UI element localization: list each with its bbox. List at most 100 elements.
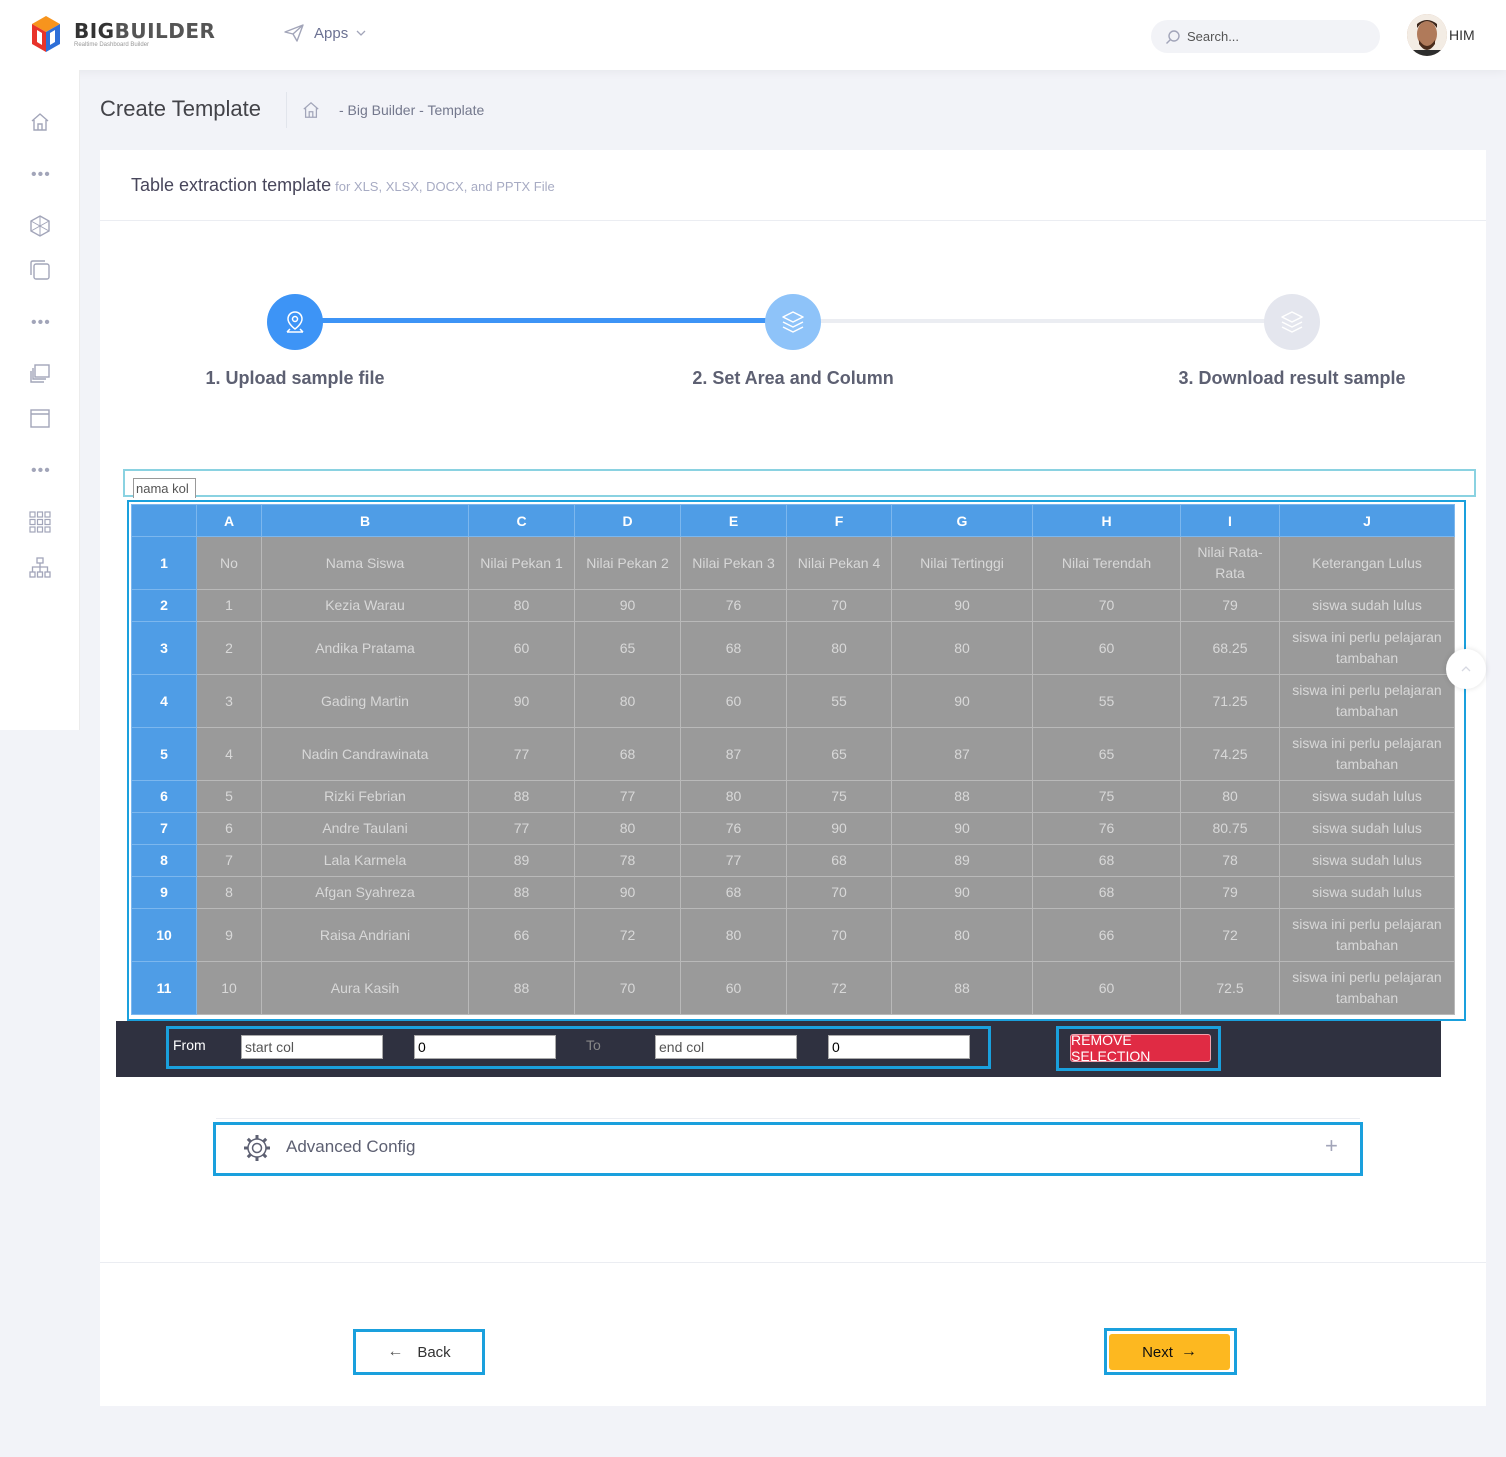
remove-selection-button[interactable]: REMOVE SELECTION [1070,1032,1211,1064]
table-cell[interactable]: 71.25 [1180,674,1280,728]
table-cell[interactable]: 76 [1032,812,1181,845]
table-cell[interactable]: 2 [196,621,262,675]
table-cell[interactable]: Keterangan Lulus [1279,536,1455,590]
table-cell[interactable]: 60 [1032,961,1181,1015]
column-name-input[interactable] [133,478,196,498]
sidebar-item-files[interactable] [28,258,52,282]
table-cell[interactable]: 66 [1032,908,1181,962]
table-cell[interactable]: 87 [680,727,787,781]
table-cell[interactable]: 89 [468,844,575,877]
table-cell[interactable]: 90 [891,589,1033,622]
table-cell[interactable]: 68 [680,621,787,675]
table-cell[interactable]: siswa ini perlu pelajaran tambahan [1279,908,1455,962]
sidebar-item-hexagon[interactable] [28,214,52,238]
table-cell[interactable]: 65 [786,727,892,781]
column-header-f[interactable]: F [786,504,892,537]
row-header[interactable]: 1 [131,536,197,590]
brand-logo[interactable]: BIGBUILDER Realtime Dashboard Builder [28,14,215,54]
wizard-step-1-circle[interactable] [267,294,323,350]
table-cell[interactable]: 68 [1032,876,1181,909]
table-cell[interactable]: 90 [786,812,892,845]
row-header[interactable]: 9 [131,876,197,909]
table-cell[interactable]: 60 [468,621,575,675]
table-cell[interactable]: Andika Pratama [261,621,469,675]
table-cell[interactable]: 76 [680,812,787,845]
table-cell[interactable]: 80 [891,908,1033,962]
table-cell[interactable]: Nadin Candrawinata [261,727,469,781]
table-cell[interactable]: 87 [891,727,1033,781]
column-header-j[interactable]: J [1279,504,1455,537]
table-cell[interactable]: 68 [574,727,681,781]
column-header-g[interactable]: G [891,504,1033,537]
table-cell[interactable]: 90 [574,876,681,909]
table-cell[interactable]: siswa sudah lulus [1279,589,1455,622]
apps-menu[interactable]: Apps [284,24,376,42]
table-cell[interactable]: 60 [680,674,787,728]
spreadsheet-table[interactable]: A B C D E F G H I J 1 No Nama Siswa Nilai P… [131,504,1455,1015]
table-cell[interactable]: 88 [891,961,1033,1015]
table-cell[interactable]: Andre Taulani [261,812,469,845]
table-cell[interactable]: 70 [574,961,681,1015]
table-cell[interactable]: 80 [680,908,787,962]
table-cell[interactable]: 75 [786,780,892,813]
table-cell[interactable]: 72 [574,908,681,962]
table-cell[interactable]: 70 [1032,589,1181,622]
table-cell[interactable]: siswa ini perlu pelajaran tambahan [1279,674,1455,728]
column-header-d[interactable]: D [574,504,681,537]
table-cell[interactable]: 80 [574,674,681,728]
table-cell[interactable]: 78 [1180,844,1280,877]
table-cell[interactable]: 77 [574,780,681,813]
table-cell[interactable]: 72.5 [1180,961,1280,1015]
table-cell[interactable]: 55 [1032,674,1181,728]
column-header-c[interactable]: C [468,504,575,537]
table-cell[interactable]: siswa sudah lulus [1279,780,1455,813]
table-cell[interactable]: siswa sudah lulus [1279,812,1455,845]
table-cell[interactable]: 70 [786,589,892,622]
breadcrumb[interactable]: - Big Builder - Template [339,102,484,118]
table-cell[interactable]: Nama Siswa [261,536,469,590]
sidebar-item-sitemap[interactable] [28,556,52,580]
table-cell[interactable]: 90 [574,589,681,622]
table-cell[interactable]: 80 [786,621,892,675]
table-cell[interactable]: siswa ini perlu pelajaran tambahan [1279,621,1455,675]
sidebar-item-layers[interactable] [28,362,52,386]
table-cell[interactable]: 6 [196,812,262,845]
table-cell[interactable]: 77 [468,812,575,845]
table-cell[interactable]: 80 [574,812,681,845]
table-cell[interactable]: 60 [680,961,787,1015]
search-icon[interactable] [1165,29,1181,45]
table-cell[interactable]: 9 [196,908,262,962]
table-cell[interactable]: Lala Karmela [261,844,469,877]
table-cell[interactable]: 72 [1180,908,1280,962]
table-cell[interactable]: 5 [196,780,262,813]
table-cell[interactable]: Raisa Andriani [261,908,469,962]
table-cell[interactable]: 55 [786,674,892,728]
row-header[interactable]: 11 [131,961,197,1015]
table-cell[interactable]: 88 [468,780,575,813]
table-cell[interactable]: Nilai Tertinggi [891,536,1033,590]
table-cell[interactable]: 90 [891,674,1033,728]
table-cell[interactable]: siswa ini perlu pelajaran tambahan [1279,727,1455,781]
column-header-i[interactable]: I [1180,504,1280,537]
table-cell[interactable]: 10 [196,961,262,1015]
table-cell[interactable]: 72 [786,961,892,1015]
scroll-up-button[interactable] [1446,649,1486,689]
user-menu[interactable]: HIM [1407,14,1475,56]
table-cell[interactable]: Kezia Warau [261,589,469,622]
table-cell[interactable]: Nilai Pekan 4 [786,536,892,590]
table-cell[interactable]: 80 [680,780,787,813]
column-header-b[interactable]: B [261,504,469,537]
table-cell[interactable]: 80 [1180,780,1280,813]
row-header[interactable]: 2 [131,589,197,622]
table-cell[interactable]: 79 [1180,876,1280,909]
corner-cell[interactable] [131,504,197,537]
table-cell[interactable]: 80 [891,621,1033,675]
table-cell[interactable]: 90 [891,812,1033,845]
table-cell[interactable]: 68.25 [1180,621,1280,675]
end-row-input[interactable] [828,1035,970,1059]
table-cell[interactable]: 77 [680,844,787,877]
table-cell[interactable]: 74.25 [1180,727,1280,781]
wizard-step-2-circle[interactable] [765,294,821,350]
table-cell[interactable]: 76 [680,589,787,622]
table-cell[interactable]: Gading Martin [261,674,469,728]
